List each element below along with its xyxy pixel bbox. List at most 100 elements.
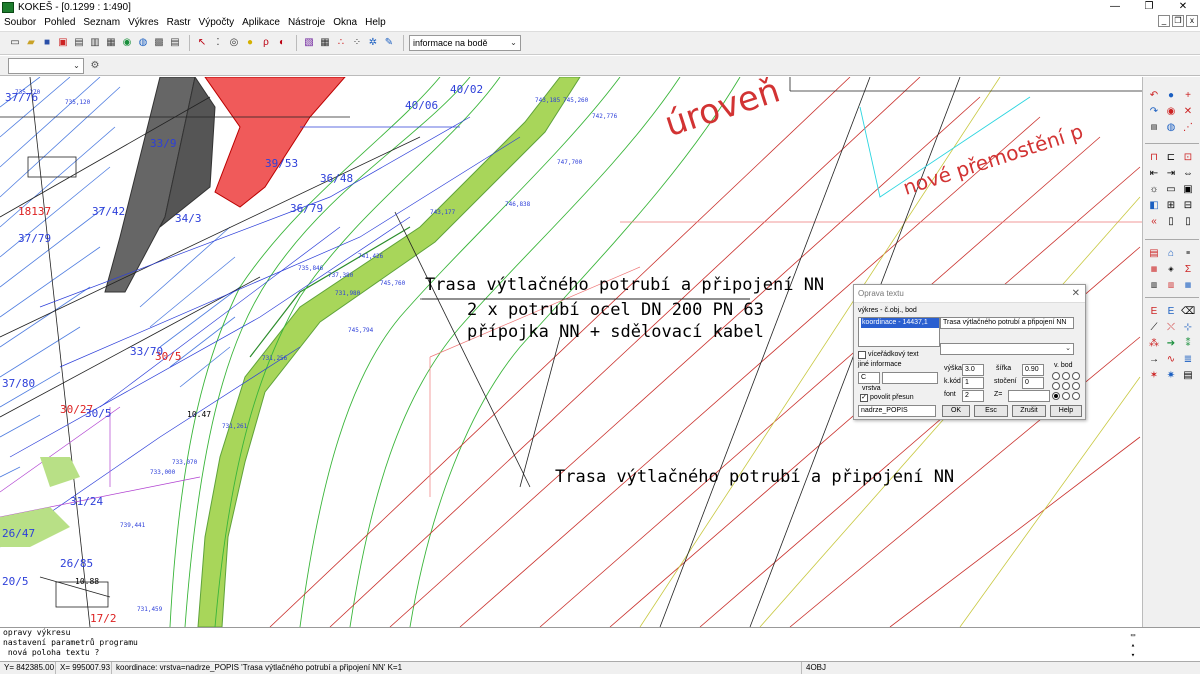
points-icon[interactable]: ∴	[334, 36, 348, 50]
file-red-icon[interactable]: ▣	[56, 36, 70, 50]
atr-icon[interactable]: ◈	[1164, 263, 1178, 277]
arrow-left-icon[interactable]: ⇤	[1147, 167, 1161, 181]
mdi-close-button[interactable]: x	[1186, 15, 1198, 27]
pick-icon[interactable]: ⁚	[211, 36, 225, 50]
layer-combo[interactable]: ⌄	[8, 57, 84, 74]
node-icon[interactable]: ⁂	[1147, 337, 1161, 351]
height-field[interactable]: 3.0	[962, 364, 984, 376]
file-edit-icon[interactable]: ▤	[72, 36, 86, 50]
doc-icon[interactable]: ▤	[1181, 369, 1195, 383]
print-icon[interactable]: ▤	[168, 36, 182, 50]
anchor-radio[interactable]	[1062, 382, 1070, 390]
rotation-field[interactable]: 0	[1022, 377, 1044, 389]
line-icon[interactable]: ⟋	[1147, 321, 1161, 335]
lock-icon[interactable]: ◐	[275, 36, 289, 50]
help-button[interactable]: Help	[1050, 405, 1082, 417]
file-export-icon[interactable]: ▥	[88, 36, 102, 50]
graph2-icon[interactable]: ✷	[1164, 369, 1178, 383]
anchor-radio[interactable]	[1062, 372, 1070, 380]
arrow-right-icon[interactable]: ⇥	[1164, 167, 1178, 181]
menu-aplikace[interactable]: Aplikace	[238, 17, 284, 28]
stack-icon[interactable]: ≣	[1181, 353, 1195, 367]
ore2-icon[interactable]: ▥	[1164, 279, 1178, 293]
align-icon[interactable]: ⊏	[1164, 151, 1178, 165]
kiosk-icon[interactable]: ⌂	[1164, 247, 1178, 261]
grid-snap-icon[interactable]: ⋰	[1181, 121, 1195, 135]
menu-soubor[interactable]: Soubor	[0, 17, 40, 28]
layer-settings-icon[interactable]: ⚙	[88, 59, 102, 73]
arrow-green-icon[interactable]: ➔	[1164, 337, 1178, 351]
nodes-icon[interactable]: ⁑	[1181, 337, 1195, 351]
esc-button[interactable]: Esc	[974, 405, 1008, 417]
sigma-icon[interactable]: Σ	[1181, 263, 1195, 277]
undo-icon[interactable]: ↶	[1147, 89, 1161, 103]
kkod-field[interactable]: 1	[962, 377, 984, 389]
anchor-radio[interactable]	[1072, 372, 1080, 380]
atr-red-icon[interactable]: ▦	[1147, 263, 1161, 277]
window-icon[interactable]: ⊞	[1164, 199, 1178, 213]
grid-icon[interactable]: ▩	[152, 36, 166, 50]
z-field[interactable]	[1008, 390, 1050, 402]
new-file-icon[interactable]: ▭	[8, 36, 22, 50]
frame-icon[interactable]: ⊡	[1181, 151, 1195, 165]
window2-icon[interactable]: ⊟	[1181, 199, 1195, 213]
scatter-icon[interactable]: ⁘	[350, 36, 364, 50]
text-secondary-combo[interactable]: ⌄	[940, 343, 1074, 355]
text-value-field[interactable]: Trasa výtlačného potrubí a připojení NN	[940, 317, 1074, 329]
box-sel-icon[interactable]: ▣	[1181, 183, 1195, 197]
target-dot-icon[interactable]: ◉	[1164, 105, 1178, 119]
globe-icon[interactable]: ◍	[136, 36, 150, 50]
graph-icon[interactable]: ✶	[1147, 369, 1161, 383]
text-insert-icon[interactable]: E	[1164, 305, 1178, 319]
layer-field[interactable]: nadrze_POPIS	[858, 405, 936, 417]
console-down-icon[interactable]: ▾	[1128, 650, 1138, 660]
cancel-button[interactable]: Zrušit	[1012, 405, 1046, 417]
close-button[interactable]: ✕	[1166, 0, 1200, 14]
split-icon[interactable]: ⤬	[1164, 321, 1178, 335]
menu-vykres[interactable]: Výkres	[124, 17, 163, 28]
menu-okna[interactable]: Okna	[329, 17, 361, 28]
console-up-icon[interactable]: ▴	[1128, 640, 1138, 650]
target-icon[interactable]: ◎	[227, 36, 241, 50]
anchor-radio[interactable]	[1072, 392, 1080, 400]
join-icon[interactable]: ⊹	[1181, 321, 1195, 335]
font-field[interactable]: 2	[962, 390, 984, 402]
wave-icon[interactable]: ∿	[1164, 353, 1178, 367]
menu-rastr[interactable]: Rastr	[163, 17, 195, 28]
fill-icon[interactable]: ◧	[1147, 199, 1161, 213]
width-field[interactable]: 0.90	[1022, 364, 1044, 376]
stars-icon[interactable]: ✲	[366, 36, 380, 50]
other-info-field[interactable]	[882, 372, 938, 384]
minimize-button[interactable]: —	[1098, 0, 1132, 14]
bod-label-icon[interactable]: ▤	[1147, 121, 1161, 135]
anchor-radio[interactable]	[1062, 392, 1070, 400]
anchor-radio-selected[interactable]	[1052, 392, 1060, 400]
anchor-radio[interactable]	[1072, 382, 1080, 390]
console-restore-icon[interactable]: ▭	[1128, 630, 1138, 640]
pointer-icon[interactable]: ↖	[195, 36, 209, 50]
crosshair-icon[interactable]: +	[1181, 89, 1195, 103]
mdi-restore-button[interactable]: ❐	[1172, 15, 1184, 27]
anchor-radio[interactable]	[1052, 372, 1060, 380]
save-icon[interactable]: ■	[40, 36, 54, 50]
other-info-combo[interactable]: C	[858, 372, 880, 384]
menu-nastroje[interactable]: Nástroje	[284, 17, 329, 28]
atr2-icon[interactable]: ▦	[1181, 279, 1195, 293]
allow-move-checkbox[interactable]: ✓	[860, 394, 868, 402]
redo-icon[interactable]: ↷	[1147, 105, 1161, 119]
menu-help[interactable]: Help	[361, 17, 390, 28]
arrow-black-icon[interactable]: →	[1147, 353, 1161, 367]
layers-icon[interactable]: ▧	[302, 36, 316, 50]
anchor-radio[interactable]	[1052, 382, 1060, 390]
page2-icon[interactable]: ▯	[1181, 215, 1195, 229]
snap-point-icon[interactable]: ●	[1164, 89, 1178, 103]
world-icon[interactable]: ◍	[1164, 121, 1178, 135]
bus-icon[interactable]: ▤	[1147, 247, 1161, 261]
page-icon[interactable]: ▯	[1164, 215, 1178, 229]
sun-icon[interactable]: ☼	[1147, 183, 1161, 197]
color-wheel-icon[interactable]: ◉	[120, 36, 134, 50]
brush-icon[interactable]: ✎	[382, 36, 396, 50]
ok-button[interactable]: OK	[942, 405, 970, 417]
cross-snap-icon[interactable]: ✕	[1181, 105, 1195, 119]
menu-pohled[interactable]: Pohled	[40, 17, 79, 28]
